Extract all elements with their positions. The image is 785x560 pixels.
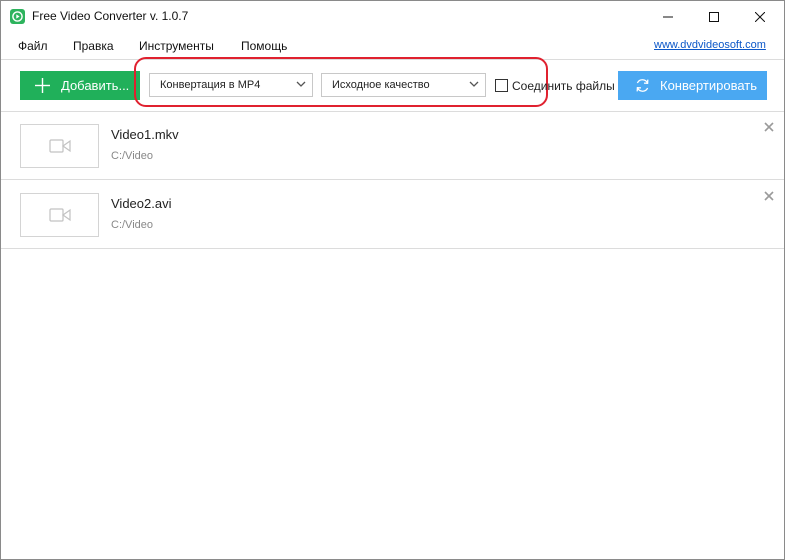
video-thumbnail <box>20 124 99 168</box>
join-files-checkbox[interactable] <box>495 79 508 92</box>
remove-file-icon[interactable] <box>763 190 775 202</box>
minimize-button[interactable] <box>645 1 691 32</box>
chevron-down-icon <box>469 81 479 87</box>
add-files-button[interactable]: Добавить... <box>20 71 140 100</box>
window-title: Free Video Converter v. 1.0.7 <box>32 9 189 23</box>
maximize-button[interactable] <box>691 1 737 32</box>
menu-help[interactable]: Помощь <box>241 39 287 53</box>
file-row[interactable]: Video2.avi C:/Video <box>1 181 784 249</box>
convert-button[interactable]: Конвертировать <box>618 71 767 100</box>
file-path: C:/Video <box>111 219 153 231</box>
add-files-label: Добавить... <box>61 78 130 93</box>
menu-edit[interactable]: Правка <box>73 39 114 53</box>
file-name: Video2.avi <box>111 196 172 211</box>
remove-file-icon[interactable] <box>763 121 775 133</box>
app-play-icon <box>10 9 25 24</box>
format-select-value: Конвертация в MP4 <box>160 79 261 91</box>
minimize-icon <box>663 16 673 17</box>
video-camera-icon <box>49 208 71 222</box>
join-files-label[interactable]: Соединить файлы <box>512 79 615 93</box>
website-link[interactable]: www.dvdvideosoft.com <box>654 39 766 51</box>
menu-bar: Файл Правка Инструменты Помощь www.dvdvi… <box>1 32 784 58</box>
menu-tools[interactable]: Инструменты <box>139 39 214 53</box>
app-window: Free Video Converter v. 1.0.7 Файл Правк… <box>0 0 785 560</box>
plus-icon <box>35 78 50 93</box>
chevron-down-icon <box>296 81 306 87</box>
maximize-icon <box>709 11 719 22</box>
convert-label: Конвертировать <box>660 78 758 93</box>
quality-select-value: Исходное качество <box>332 79 430 91</box>
video-camera-icon <box>49 139 71 153</box>
file-name: Video1.mkv <box>111 127 179 142</box>
video-thumbnail <box>20 193 99 237</box>
quality-select[interactable]: Исходное качество <box>321 73 486 97</box>
close-window-button[interactable] <box>737 1 783 32</box>
file-row[interactable]: Video1.mkv C:/Video <box>1 112 784 180</box>
refresh-icon <box>636 79 649 92</box>
title-bar[interactable]: Free Video Converter v. 1.0.7 <box>1 1 784 32</box>
menu-file[interactable]: Файл <box>18 39 48 53</box>
format-select[interactable]: Конвертация в MP4 <box>149 73 313 97</box>
file-path: C:/Video <box>111 150 153 162</box>
close-icon <box>755 11 765 22</box>
